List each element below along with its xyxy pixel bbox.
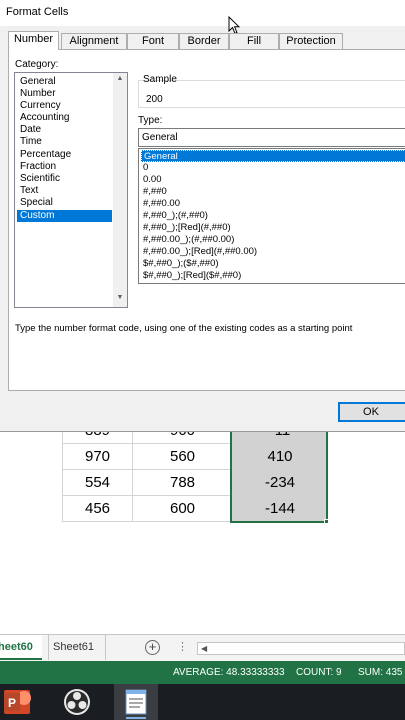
- category-special[interactable]: Special: [17, 197, 112, 209]
- powerpoint-taskbar-button[interactable]: P: [0, 684, 36, 720]
- type-option[interactable]: #,##0.00: [141, 198, 405, 210]
- category-time[interactable]: Time: [17, 136, 112, 148]
- cell[interactable]: 554: [62, 470, 132, 496]
- table-row: 456 600 -144: [62, 496, 328, 522]
- type-option[interactable]: $#,##0_);[Red]($#,##0): [141, 270, 405, 282]
- cell[interactable]: 410: [232, 444, 328, 470]
- category-percentage[interactable]: Percentage: [17, 149, 112, 161]
- cell[interactable]: -234: [232, 470, 328, 496]
- category-scientific[interactable]: Scientific: [17, 173, 112, 185]
- dialog-titlebar[interactable]: Format Cells: [0, 0, 405, 35]
- category-label: Category:: [15, 59, 59, 70]
- sheet-tab-active[interactable]: heet60: [0, 635, 42, 660]
- type-list[interactable]: General 0 0.00 #,##0 #,##0.00 #,##0_);(#…: [138, 148, 405, 284]
- cell[interactable]: -144: [232, 496, 328, 522]
- sample-group: [138, 80, 405, 108]
- status-average: AVERAGE: 48.33333333: [173, 667, 285, 678]
- status-count: COUNT: 9: [296, 667, 342, 678]
- type-option[interactable]: $#,##0_);($#,##0): [141, 258, 405, 270]
- category-number[interactable]: Number: [17, 88, 112, 100]
- category-general[interactable]: General: [17, 76, 112, 88]
- type-input[interactable]: General: [138, 128, 405, 147]
- taskbar: P: [0, 684, 405, 720]
- obs-icon: [64, 689, 90, 715]
- cell[interactable]: 970: [62, 444, 132, 470]
- type-option[interactable]: #,##0: [141, 186, 405, 198]
- type-label: Type:: [138, 115, 163, 126]
- type-option[interactable]: 0.00: [141, 174, 405, 186]
- tab-number[interactable]: Number: [8, 31, 59, 50]
- type-option[interactable]: 0: [141, 162, 405, 174]
- cell[interactable]: 788: [132, 470, 232, 496]
- category-scrollbar[interactable]: ▲ ▼: [113, 73, 127, 307]
- sheet-tab-bar: heet60 Sheet61 + ⋮ ◀: [0, 634, 405, 661]
- cell[interactable]: 456: [62, 496, 132, 522]
- category-custom[interactable]: Custom: [17, 210, 112, 222]
- category-date[interactable]: Date: [17, 124, 112, 136]
- cell[interactable]: 600: [132, 496, 232, 522]
- cell[interactable]: 560: [132, 444, 232, 470]
- dialog-tabs: Number Alignment Font Border Fill Protec…: [8, 31, 405, 50]
- add-sheet-icon[interactable]: +: [145, 640, 160, 655]
- worksheet-grid[interactable]: 889 900 -11 970 560 410 554 788 -234 456…: [0, 432, 405, 632]
- table-row: 970 560 410: [62, 444, 328, 470]
- cell[interactable]: 900: [132, 432, 232, 444]
- more-options-icon[interactable]: ⋮: [177, 640, 188, 653]
- tab-border[interactable]: Border: [179, 33, 229, 49]
- notepad-taskbar-button[interactable]: [114, 684, 158, 720]
- ok-button[interactable]: OK: [338, 402, 405, 422]
- status-sum: SUM: 435: [358, 667, 403, 678]
- format-hint-text: Type the number format code, using one o…: [15, 323, 353, 334]
- category-list[interactable]: General Number Currency Accounting Date …: [14, 72, 128, 308]
- type-option[interactable]: #,##0.00_);(#,##0.00): [141, 234, 405, 246]
- dialog-title: Format Cells: [6, 6, 69, 18]
- tab-fill[interactable]: Fill: [229, 33, 279, 49]
- type-option[interactable]: General: [141, 150, 405, 162]
- type-option[interactable]: #,##0_);[Red](#,##0): [141, 222, 405, 234]
- sheet-tab-sheet61[interactable]: Sheet61: [48, 635, 106, 660]
- cell[interactable]: 889: [62, 432, 132, 444]
- sample-label: Sample: [143, 74, 177, 85]
- table-row: 554 788 -234: [62, 470, 328, 496]
- tab-protection[interactable]: Protection: [279, 33, 343, 49]
- format-cells-dialog: Format Cells Number Alignment Font Borde…: [0, 0, 405, 432]
- scroll-down-icon[interactable]: ▼: [115, 294, 125, 301]
- category-text[interactable]: Text: [17, 185, 112, 197]
- table-row: 889 900 -11: [62, 432, 328, 444]
- scroll-up-icon[interactable]: ▲: [115, 75, 125, 82]
- tab-font[interactable]: Font: [127, 33, 179, 49]
- category-currency[interactable]: Currency: [17, 100, 112, 112]
- notepad-icon: [125, 689, 147, 719]
- sample-value: 200: [146, 94, 163, 105]
- scroll-left-icon[interactable]: ◀: [201, 643, 207, 654]
- cell[interactable]: -11: [232, 432, 328, 444]
- fill-handle[interactable]: [324, 519, 329, 524]
- type-option[interactable]: #,##0.00_);[Red](#,##0.00): [141, 246, 405, 258]
- svg-text:P: P: [8, 696, 16, 710]
- category-fraction[interactable]: Fraction: [17, 161, 112, 173]
- tab-alignment[interactable]: Alignment: [61, 33, 127, 49]
- category-accounting[interactable]: Accounting: [17, 112, 112, 124]
- powerpoint-icon: P: [4, 690, 31, 714]
- obs-taskbar-button[interactable]: [52, 684, 102, 720]
- horizontal-scrollbar[interactable]: ◀: [197, 642, 405, 655]
- status-bar: AVERAGE: 48.33333333 COUNT: 9 SUM: 435: [0, 661, 405, 684]
- type-option[interactable]: #,##0_);(#,##0): [141, 210, 405, 222]
